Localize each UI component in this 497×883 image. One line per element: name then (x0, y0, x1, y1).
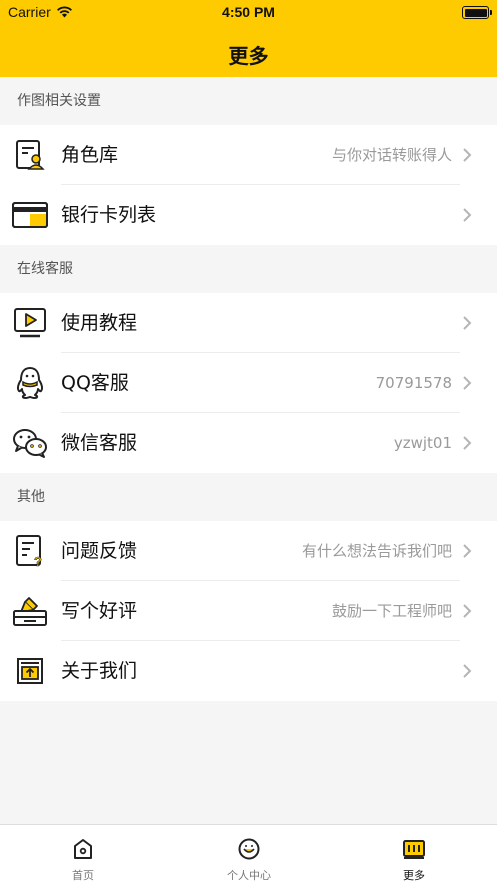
more-icon (403, 840, 425, 859)
row-label: 关于我们 (61, 660, 138, 682)
row-detail: 鼓励一下工程师吧 (331, 602, 452, 620)
row-label: 问题反馈 (61, 540, 138, 562)
row-label: 使用教程 (61, 312, 138, 334)
row-character-library[interactable]: 角色库 与你对话转账得人 (0, 125, 497, 185)
chevron-right-icon (463, 544, 472, 558)
feedback-icon: ? (12, 534, 48, 568)
group-other: ? 问题反馈 有什么想法告诉我们吧 写个好评 鼓励一下工程师吧 关于我们 (0, 521, 497, 701)
tab-bar: 首页 个人中心 更多 (0, 824, 497, 883)
chevron-right-icon (463, 316, 472, 330)
row-label: 银行卡列表 (61, 204, 157, 226)
battery-icon (462, 6, 492, 19)
wechat-icon (12, 426, 48, 460)
row-label: 写个好评 (61, 600, 138, 622)
home-icon (74, 839, 92, 859)
section-header-other: 其他 (17, 489, 45, 505)
row-label: 微信客服 (61, 432, 138, 454)
row-detail: 70791578 (375, 374, 452, 392)
group-online-service: 使用教程 QQ客服 70791578 微信客服 yzwjt01 (0, 293, 497, 473)
chevron-right-icon (463, 664, 472, 678)
tab-more[interactable]: 更多 (331, 825, 497, 883)
status-bar: Carrier 4:50 PM (0, 0, 497, 26)
status-time: 4:50 PM (222, 4, 275, 20)
section-header-drawing-settings: 作图相关设置 (17, 93, 101, 109)
chevron-right-icon (463, 208, 472, 222)
video-tutorial-icon (12, 306, 48, 340)
chevron-right-icon (463, 604, 472, 618)
row-write-review[interactable]: 写个好评 鼓励一下工程师吧 (0, 581, 497, 641)
group-drawing-settings: 角色库 与你对话转账得人 银行卡列表 (0, 125, 497, 245)
tab-label: 首页 (72, 869, 94, 882)
row-detail: 有什么想法告诉我们吧 (301, 542, 452, 560)
page-title: 更多 (228, 44, 269, 68)
tab-label: 个人中心 (227, 869, 271, 882)
row-detail: 与你对话转账得人 (331, 146, 452, 164)
qq-penguin-icon (12, 366, 48, 400)
row-wechat-service[interactable]: 微信客服 yzwjt01 (0, 413, 497, 473)
chevron-right-icon (463, 148, 472, 162)
about-icon (12, 654, 48, 688)
section-header-online-service: 在线客服 (17, 261, 73, 277)
row-bank-card-list[interactable]: 银行卡列表 (0, 185, 497, 245)
row-about-us[interactable]: 关于我们 (0, 641, 497, 701)
row-qq-service[interactable]: QQ客服 70791578 (0, 353, 497, 413)
chevron-right-icon (463, 376, 472, 390)
tab-profile[interactable]: 个人中心 (166, 825, 332, 883)
tab-label: 更多 (403, 869, 425, 882)
contact-card-icon (12, 138, 48, 172)
top-bar: Carrier 4:50 PM 更多 (0, 0, 497, 77)
bank-card-icon (12, 198, 48, 232)
chevron-right-icon (463, 436, 472, 450)
profile-icon (238, 838, 260, 860)
row-tutorial[interactable]: 使用教程 (0, 293, 497, 353)
tab-home[interactable]: 首页 (0, 825, 166, 883)
row-detail: yzwjt01 (393, 434, 452, 452)
row-label: 角色库 (61, 144, 119, 166)
review-icon (12, 594, 48, 628)
svg-text:?: ? (34, 554, 42, 568)
row-feedback[interactable]: ? 问题反馈 有什么想法告诉我们吧 (0, 521, 497, 581)
row-label: QQ客服 (61, 372, 129, 394)
